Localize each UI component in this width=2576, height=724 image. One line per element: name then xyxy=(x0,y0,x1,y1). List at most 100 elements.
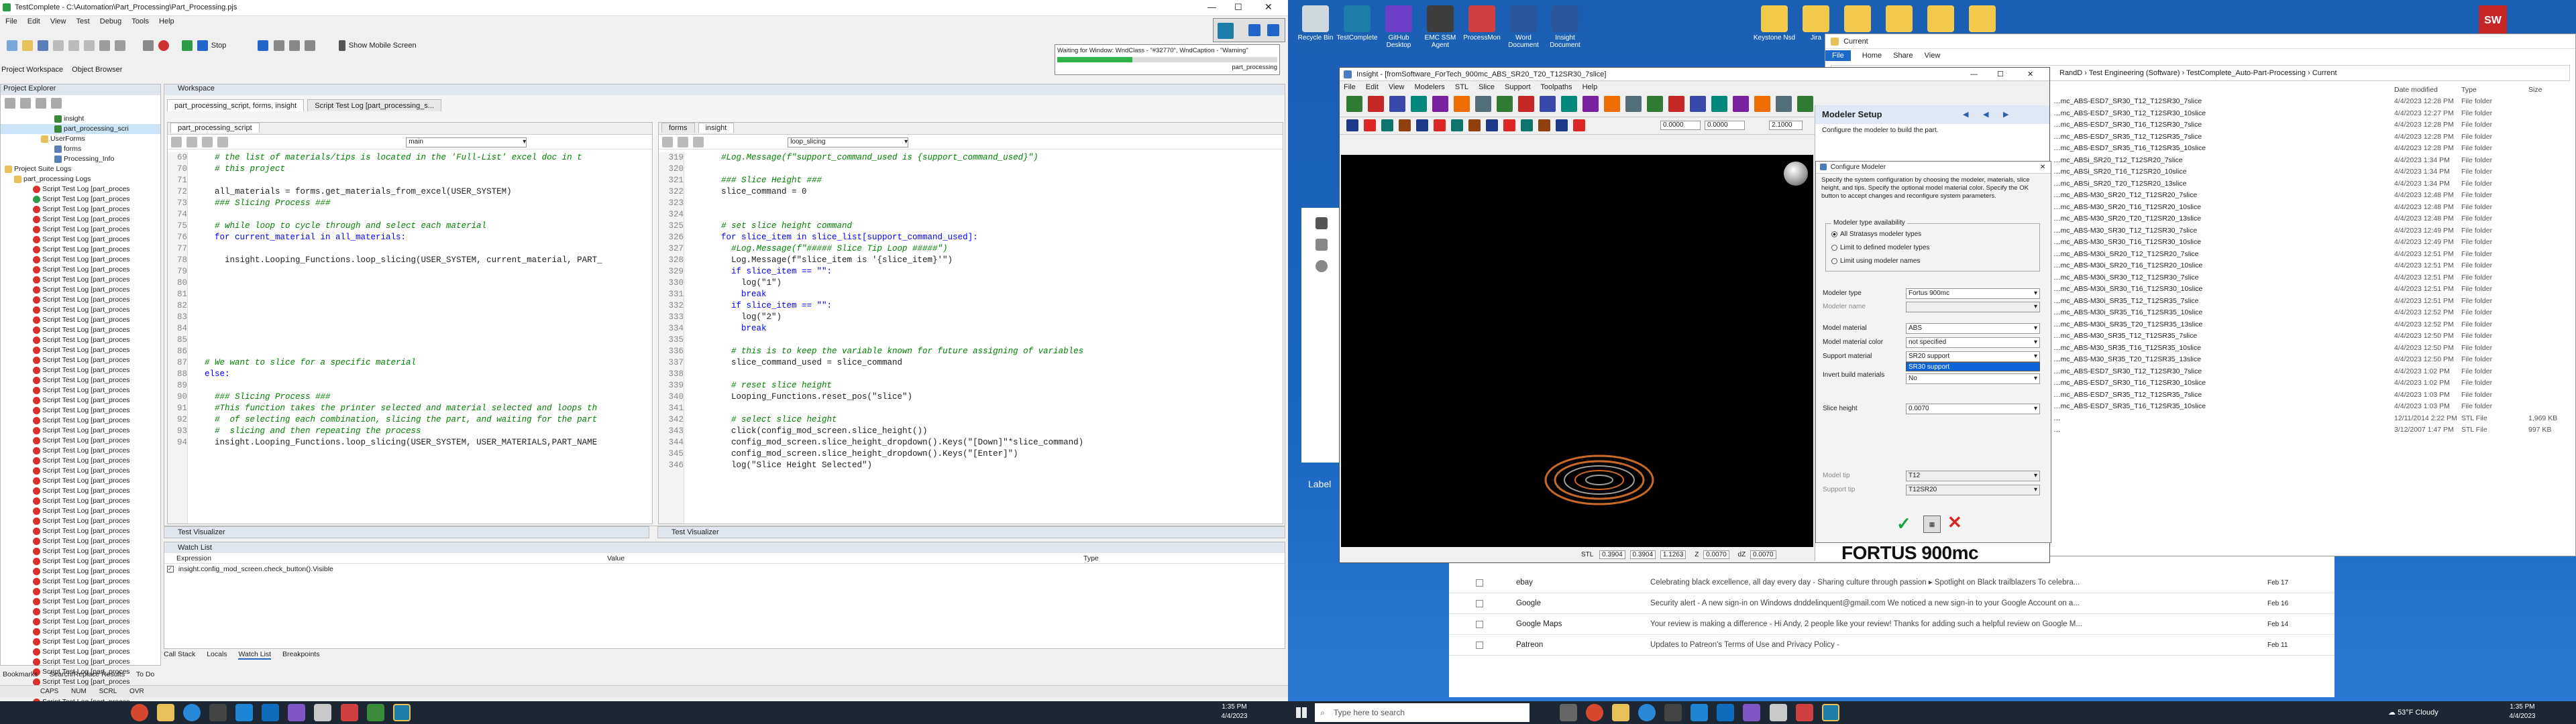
code-line[interactable]: # set slice height command xyxy=(691,221,1275,232)
toolbar-button-icon[interactable] xyxy=(1434,119,1446,131)
code-line[interactable]: # the list of materials/tips is located … xyxy=(195,152,644,164)
back-icon[interactable]: ◀ xyxy=(1963,105,1968,124)
log-item[interactable]: Script Test Log [part_proces xyxy=(1,476,160,486)
uncomment-icon[interactable] xyxy=(217,137,229,147)
log-item[interactable]: Script Test Log [part_proces xyxy=(1,597,160,607)
radio-limit-names[interactable]: Limit using modeler names xyxy=(1831,257,1921,265)
log-item[interactable]: Script Test Log [part_proces xyxy=(1,436,160,446)
log-item[interactable]: Script Test Log [part_proces xyxy=(1,184,160,194)
ribbon-share[interactable]: Share xyxy=(1893,52,1913,60)
step-over-icon[interactable] xyxy=(288,40,300,52)
code-line[interactable]: all_materials = forms.get_materials_from… xyxy=(195,186,644,198)
toolbar-button-icon[interactable] xyxy=(1346,96,1362,112)
log-item[interactable]: Script Test Log [part_proces xyxy=(1,255,160,265)
col-value[interactable]: Value xyxy=(607,553,625,563)
code-line[interactable] xyxy=(195,300,644,312)
app-icon[interactable] xyxy=(314,704,332,722)
log-item[interactable]: Script Test Log [part_proces xyxy=(1,375,160,385)
terminal-icon[interactable] xyxy=(209,704,227,722)
close-button[interactable]: ✕ xyxy=(2027,68,2033,81)
code-line[interactable]: ### Slicing Process ### xyxy=(195,391,644,403)
tab-bookmarks[interactable]: Bookmarks xyxy=(3,670,38,678)
stop-label[interactable]: Stop xyxy=(211,42,227,50)
indent-icon[interactable] xyxy=(171,137,182,147)
menu-edit[interactable]: Edit xyxy=(1366,83,1379,91)
tab-todo[interactable]: To Do xyxy=(136,670,154,678)
desktop-icon[interactable]: EMC SSM Agent xyxy=(1417,5,1464,49)
app-icon[interactable] xyxy=(366,704,384,722)
pause-icon[interactable] xyxy=(258,40,269,52)
minimize-button[interactable]: — xyxy=(1970,68,1978,81)
modeler-name-select[interactable]: ▾ xyxy=(1906,302,2040,312)
paste-icon[interactable] xyxy=(84,40,95,52)
tab-project-workspace[interactable]: Project Workspace xyxy=(1,66,63,74)
maximize-button[interactable]: ☐ xyxy=(1997,68,2004,81)
toolbar-button-icon[interactable] xyxy=(1797,96,1813,112)
show-mobile-screen[interactable]: Show Mobile Screen xyxy=(349,42,417,50)
log-item[interactable]: Script Test Log [part_proces xyxy=(1,446,160,456)
new-icon[interactable] xyxy=(7,40,17,52)
toolbar-button-icon[interactable] xyxy=(1668,96,1684,112)
toolbar-button-icon[interactable] xyxy=(1711,96,1727,112)
code-line[interactable]: click(config_mod_screen.slice_height()) xyxy=(691,426,1275,437)
code-line[interactable] xyxy=(691,198,1275,209)
code-line[interactable] xyxy=(691,209,1275,221)
weather[interactable]: ☁ 53°F Cloudy xyxy=(2388,701,2438,724)
menu-slice[interactable]: Slice xyxy=(1479,83,1495,91)
log-item[interactable]: Script Test Log [part_proces xyxy=(1,647,160,657)
support-option[interactable]: SR30 support xyxy=(1909,363,1949,371)
menu-help[interactable]: Help xyxy=(1582,83,1598,91)
toolbar-button-icon[interactable] xyxy=(1364,119,1376,131)
tab-call-stack[interactable]: Call Stack xyxy=(164,650,195,658)
menu-file[interactable]: File xyxy=(5,17,17,25)
code-line[interactable]: config_mod_screen.slice_height_dropdown(… xyxy=(691,448,1275,460)
model-material-select[interactable]: ABS ▾ xyxy=(1906,323,2040,334)
record-icon[interactable] xyxy=(158,40,169,52)
desktop-icon[interactable]: Insight Document xyxy=(1542,5,1589,49)
outdent-icon[interactable] xyxy=(186,137,198,147)
stop-run-icon[interactable] xyxy=(1267,24,1279,36)
code-line[interactable]: ### Slicing Process ### xyxy=(195,198,644,209)
email-row[interactable]: Google Security alert - A new sign-in on … xyxy=(1449,593,2334,614)
tree-item-insight[interactable]: insight xyxy=(1,114,160,124)
code-line[interactable]: # select slice height xyxy=(691,414,1275,426)
tab-part-processing[interactable]: part_processing_script, forms, insight xyxy=(167,99,305,111)
log-item[interactable]: Script Test Log [part_proces xyxy=(1,235,160,245)
tree-item-userforms[interactable]: UserForms xyxy=(1,134,160,144)
code-line[interactable] xyxy=(195,312,644,323)
code-line[interactable] xyxy=(691,369,1275,380)
menu-help[interactable]: Help xyxy=(159,17,174,25)
code-line[interactable]: Looping_Functions.reset_pos("slice") xyxy=(691,391,1275,403)
code-line[interactable]: slice_command_used = slice_command xyxy=(691,357,1275,369)
menu-support[interactable]: Support xyxy=(1505,83,1531,91)
vscode-icon[interactable] xyxy=(235,704,254,722)
model-tip-select[interactable]: T12 ▾ xyxy=(1906,471,2040,481)
toolbar-button-icon[interactable] xyxy=(1468,119,1481,131)
app-icon[interactable] xyxy=(1743,704,1761,722)
code-line[interactable] xyxy=(691,164,1275,175)
tab-watch-list[interactable]: Watch List xyxy=(238,650,272,660)
snooze-icon[interactable] xyxy=(1315,260,1328,272)
menu-modelers[interactable]: Modelers xyxy=(1415,83,1445,91)
toolbar-button-icon[interactable] xyxy=(1538,119,1550,131)
explorer-icon[interactable] xyxy=(157,704,175,722)
code-line[interactable]: ### Slice Height ### xyxy=(691,175,1275,186)
log-item[interactable]: Script Test Log [part_proces xyxy=(1,496,160,506)
code-line[interactable]: log("2") xyxy=(691,312,1275,323)
indent-icon[interactable] xyxy=(662,137,673,147)
code-line[interactable] xyxy=(691,335,1275,346)
log-item[interactable]: Script Test Log [part_proces xyxy=(1,335,160,345)
run-icon[interactable] xyxy=(181,40,193,52)
code-line[interactable]: insight.Looping_Functions.loop_slicing(U… xyxy=(195,255,644,266)
app-icon[interactable] xyxy=(1769,704,1787,722)
prev-icon[interactable]: ◀ xyxy=(1983,105,1988,124)
tab-insight[interactable]: insight xyxy=(698,123,735,133)
code-line[interactable] xyxy=(195,323,644,335)
add-icon[interactable] xyxy=(5,98,15,109)
ribbon-home[interactable]: Home xyxy=(1862,52,1882,60)
log-item[interactable]: Script Test Log [part_proces xyxy=(1,345,160,355)
code-line[interactable]: log("Slice Height Selected") xyxy=(691,460,1275,471)
email-row[interactable]: Google Maps Your review is making a diffe… xyxy=(1449,614,2334,635)
vscode-icon[interactable] xyxy=(1690,704,1709,722)
support-tip-select[interactable]: T12SR20 ▾ xyxy=(1906,485,2040,495)
